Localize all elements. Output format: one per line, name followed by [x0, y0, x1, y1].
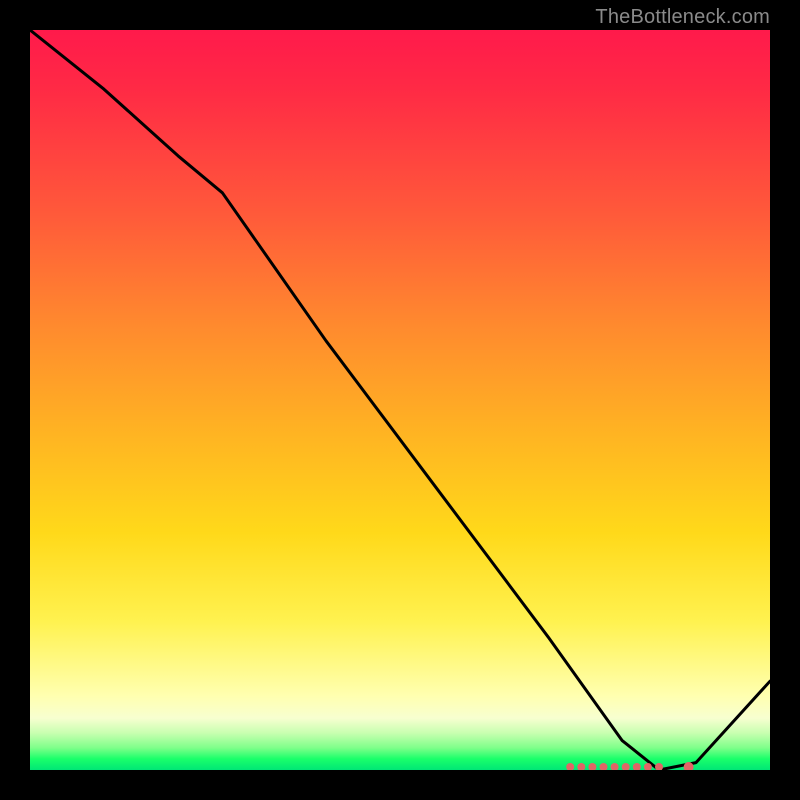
- chart-background-gradient: [30, 30, 770, 770]
- watermark-text: TheBottleneck.com: [595, 6, 770, 29]
- chart-frame: [30, 30, 770, 770]
